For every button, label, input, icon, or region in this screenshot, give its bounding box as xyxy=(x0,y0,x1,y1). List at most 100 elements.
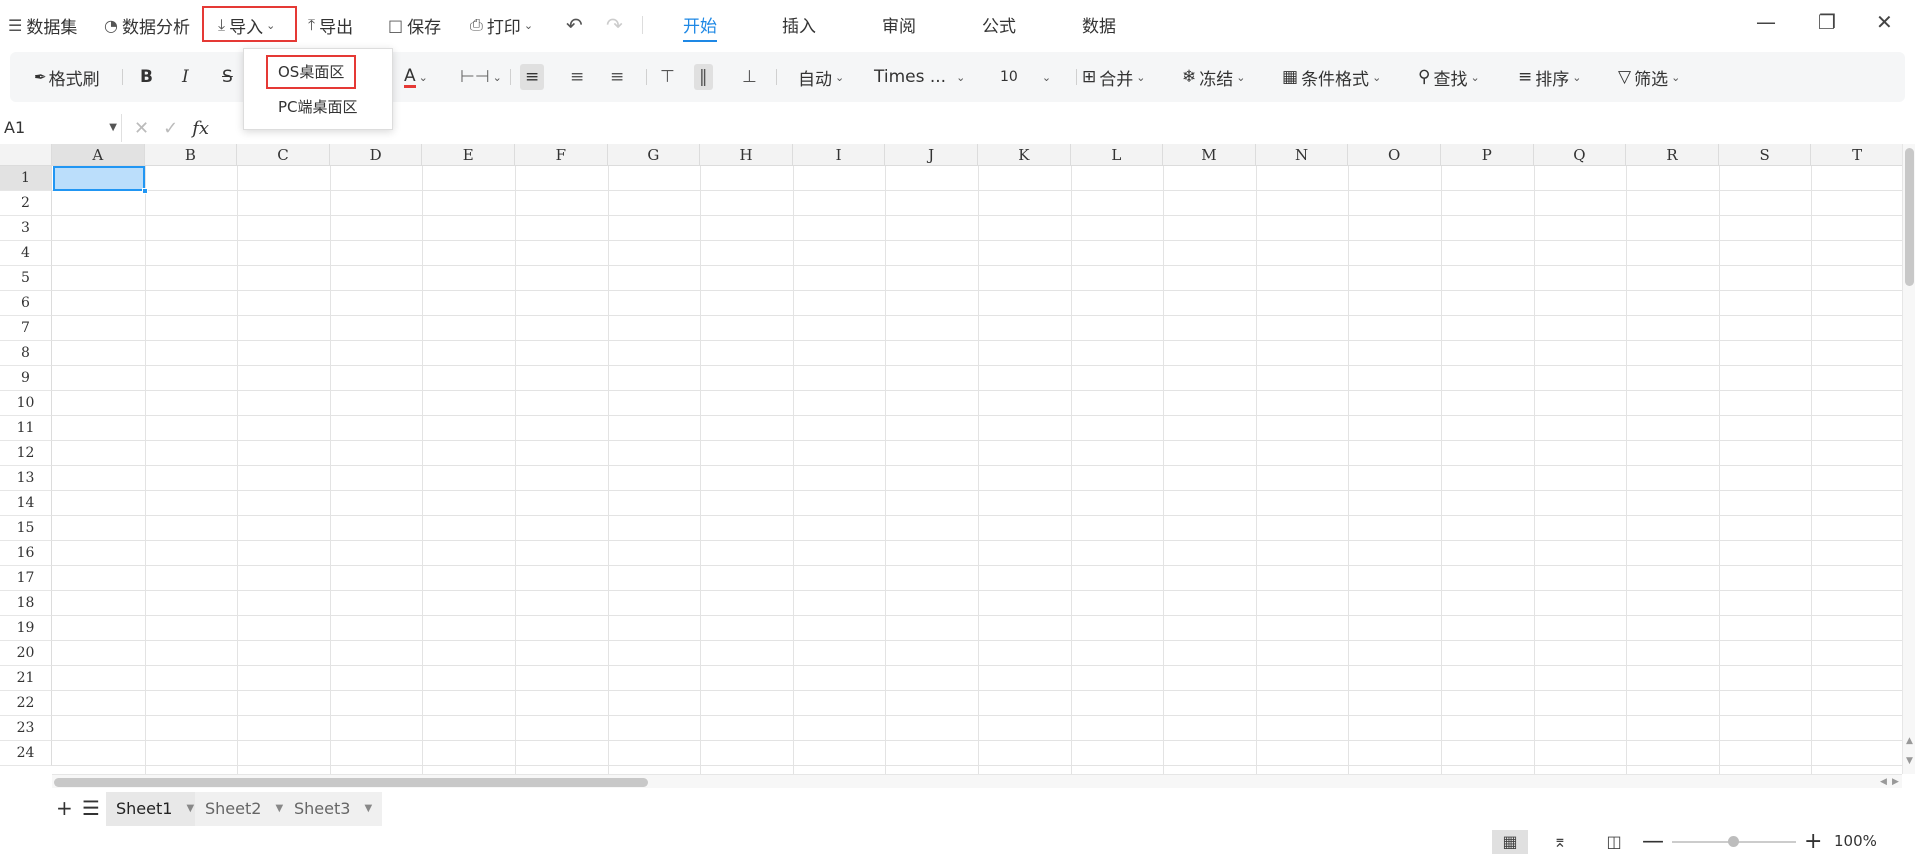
zoom-out-icon[interactable]: — xyxy=(1642,829,1664,854)
column-header[interactable]: S xyxy=(1718,144,1812,166)
scroll-left-icon[interactable]: ◀ xyxy=(1880,777,1887,787)
row-header[interactable]: 11 xyxy=(0,416,52,441)
align-left-icon[interactable]: ≡ xyxy=(520,64,545,90)
cell-reference-box[interactable]: A1 ▼ xyxy=(0,114,122,142)
formula-input[interactable] xyxy=(232,116,1892,140)
row-header[interactable]: 9 xyxy=(0,366,52,391)
confirm-icon[interactable]: ✓ xyxy=(163,118,178,139)
strikethrough-button[interactable]: S xyxy=(222,64,233,90)
tab-start[interactable]: 开始 xyxy=(683,12,717,42)
add-sheet-icon[interactable]: + xyxy=(56,796,73,820)
page-break-view-icon[interactable]: ⌆ xyxy=(1542,830,1578,854)
row-header[interactable]: 5 xyxy=(0,266,52,291)
row-header[interactable]: 2 xyxy=(0,191,52,216)
redo-icon[interactable]: ↷ xyxy=(606,12,623,38)
scroll-down-icon[interactable]: ▼ xyxy=(1906,756,1913,766)
row-header[interactable]: 21 xyxy=(0,666,52,691)
row-header[interactable]: 10 xyxy=(0,391,52,416)
restore-icon[interactable]: ❐ xyxy=(1818,10,1836,34)
tab-review[interactable]: 审阅 xyxy=(882,12,916,40)
dataset-button[interactable]: ☰ 数据集 xyxy=(8,12,77,38)
column-header[interactable]: L xyxy=(1070,144,1164,166)
border-button[interactable]: ⊢⊣ ⌄ xyxy=(460,64,502,90)
column-header[interactable]: B xyxy=(144,144,238,166)
caret-down-icon[interactable]: ▼ xyxy=(275,792,283,826)
column-header[interactable]: P xyxy=(1441,144,1534,166)
column-header[interactable]: G xyxy=(607,144,701,166)
row-header[interactable]: 1 xyxy=(0,166,52,191)
column-header[interactable]: H xyxy=(700,144,793,166)
caret-down-icon[interactable]: ▼ xyxy=(364,792,372,826)
align-top-icon[interactable]: ⊤ xyxy=(660,64,675,90)
column-header[interactable]: Q xyxy=(1533,144,1627,166)
conditional-format-button[interactable]: ▦ 条件格式 ⌄ xyxy=(1282,64,1381,90)
close-icon[interactable]: ✕ xyxy=(1876,10,1893,34)
data-analysis-button[interactable]: ◔ 数据分析 xyxy=(104,12,190,38)
merge-button[interactable]: ⊞ 合并 ⌄ xyxy=(1082,64,1145,90)
column-header[interactable]: O xyxy=(1348,144,1441,166)
row-header[interactable]: 24 xyxy=(0,741,52,766)
fill-handle[interactable] xyxy=(142,188,148,194)
save-button[interactable]: □ 保存 xyxy=(388,12,441,38)
format-painter-button[interactable]: ✒ 格式刷 xyxy=(34,64,100,90)
function-icon[interactable]: fx xyxy=(192,118,209,139)
bold-button[interactable]: B xyxy=(140,64,153,90)
row-header[interactable]: 12 xyxy=(0,441,52,466)
selected-cell[interactable] xyxy=(53,166,145,191)
scroll-right-icon[interactable]: ▶ xyxy=(1892,777,1899,787)
normal-view-icon[interactable]: ▦ xyxy=(1492,830,1528,854)
column-header[interactable]: I xyxy=(792,144,886,166)
row-header[interactable]: 4 xyxy=(0,241,52,266)
sheet-tab-3[interactable]: Sheet3 ▼ xyxy=(284,792,384,826)
column-header[interactable]: T xyxy=(1811,144,1904,166)
zoom-in-icon[interactable]: + xyxy=(1804,829,1822,854)
tab-insert[interactable]: 插入 xyxy=(782,12,816,40)
align-center-icon[interactable]: ≡ xyxy=(570,64,584,90)
horizontal-scrollbar[interactable]: ◀ ▶ xyxy=(52,774,1902,788)
italic-button[interactable]: I xyxy=(182,64,189,90)
row-header[interactable]: 8 xyxy=(0,341,52,366)
column-header[interactable]: A xyxy=(52,144,145,166)
vertical-scroll-thumb[interactable] xyxy=(1905,148,1914,286)
column-header[interactable]: C xyxy=(237,144,330,166)
align-middle-icon[interactable]: ‖ xyxy=(694,64,713,90)
row-header[interactable]: 22 xyxy=(0,691,52,716)
tab-data[interactable]: 数据 xyxy=(1082,12,1116,40)
vertical-scrollbar[interactable]: ▲ ▼ xyxy=(1902,144,1915,774)
column-header[interactable]: J xyxy=(885,144,978,166)
row-header[interactable]: 15 xyxy=(0,516,52,541)
column-header[interactable]: E xyxy=(422,144,515,166)
column-header[interactable]: M xyxy=(1163,144,1256,166)
font-size-select[interactable]: 10 ⌄ xyxy=(1000,64,1051,90)
sheet-tab-1[interactable]: Sheet1 ▼ xyxy=(106,792,206,826)
tab-formula[interactable]: 公式 xyxy=(982,12,1016,40)
filter-button[interactable]: ▽ 筛选 ⌄ xyxy=(1618,64,1680,90)
align-bottom-icon[interactable]: ⊥ xyxy=(742,64,757,90)
wrap-mode-select[interactable]: 自动 ⌄ xyxy=(798,64,844,90)
find-button[interactable]: ⚲ 查找 ⌄ xyxy=(1418,64,1480,90)
page-layout-view-icon[interactable]: ◫ xyxy=(1596,830,1632,854)
row-header[interactable]: 14 xyxy=(0,491,52,516)
freeze-button[interactable]: ❄ 冻结 ⌄ xyxy=(1182,64,1245,90)
undo-icon[interactable]: ↶ xyxy=(566,12,583,38)
font-name-select[interactable]: Times ... ⌄ xyxy=(874,64,965,90)
row-header[interactable]: 19 xyxy=(0,616,52,641)
align-right-icon[interactable]: ≡ xyxy=(610,64,624,90)
column-header[interactable]: N xyxy=(1255,144,1349,166)
row-header[interactable]: 13 xyxy=(0,466,52,491)
column-header[interactable]: R xyxy=(1626,144,1719,166)
sheet-list-icon[interactable]: ☰ xyxy=(82,796,100,820)
horizontal-scroll-thumb[interactable] xyxy=(54,778,648,787)
column-header[interactable]: D xyxy=(329,144,423,166)
scroll-up-icon[interactable]: ▲ xyxy=(1906,736,1913,746)
caret-down-icon[interactable]: ▼ xyxy=(186,792,194,826)
column-header[interactable]: F xyxy=(515,144,608,166)
minimize-icon[interactable]: — xyxy=(1756,10,1776,34)
zoom-slider-knob[interactable] xyxy=(1728,836,1739,847)
row-header[interactable]: 3 xyxy=(0,216,52,241)
cancel-icon[interactable]: ✕ xyxy=(134,118,149,139)
sheet-tab-2[interactable]: Sheet2 ▼ xyxy=(195,792,295,826)
row-header[interactable]: 18 xyxy=(0,591,52,616)
row-header[interactable]: 6 xyxy=(0,291,52,316)
row-header[interactable]: 16 xyxy=(0,541,52,566)
